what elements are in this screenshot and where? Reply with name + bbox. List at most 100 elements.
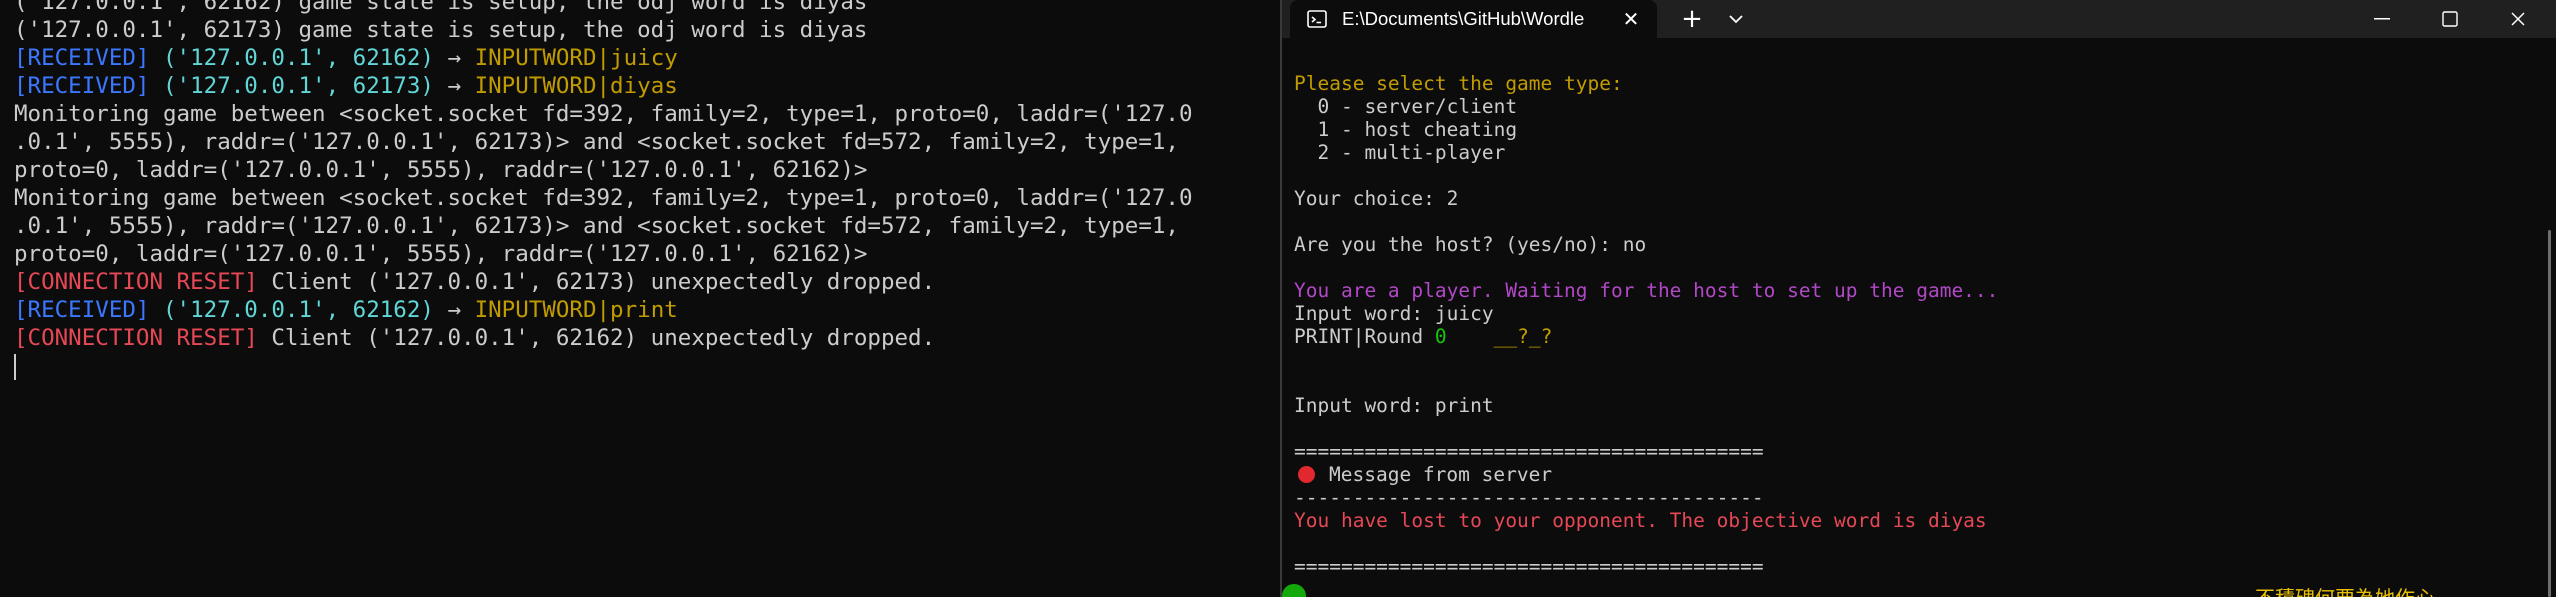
- server-log-line: proto=0, laddr=('127.0.0.1', 5555), radd…: [14, 240, 1254, 268]
- client-output-line: PRINT|Round 0 __?_?: [1294, 325, 2530, 348]
- server-log-text: INPUTWORD|diyas: [474, 73, 678, 99]
- server-log-text: Monitoring game between <socket.socket f…: [14, 101, 1193, 127]
- client-output-line: [1294, 348, 2530, 371]
- client-output-text: Are you the host? (yes/no): no: [1294, 233, 1647, 256]
- client-output-line: ========================================: [1294, 440, 2530, 463]
- server-log-line: [RECEIVED] ('127.0.0.1', 62173) → INPUTW…: [14, 72, 1254, 100]
- server-log-line: [CONNECTION RESET] Client ('127.0.0.1', …: [14, 324, 1254, 352]
- client-output-line: Input word: juicy: [1294, 302, 2530, 325]
- server-log-text: Monitoring game between <socket.socket f…: [14, 185, 1193, 211]
- server-log-text: Client ('127.0.0.1', 62173) unexpectedly…: [257, 269, 936, 295]
- desktop: ('127.0.0.1', 62162) game state is setup…: [0, 0, 2556, 597]
- client-output-text: Message from server: [1329, 463, 1553, 486]
- server-log-text: [149, 73, 163, 99]
- cursor-line: [14, 352, 1254, 380]
- client-output-line: [1294, 417, 2530, 440]
- server-log-line: Monitoring game between <socket.socket f…: [14, 100, 1254, 128]
- server-log-text: [149, 45, 163, 71]
- server-log-line: .0.1', 5555), raddr=('127.0.0.1', 62173)…: [14, 128, 1254, 156]
- server-log-text: →: [433, 297, 475, 323]
- window-close-icon[interactable]: [2482, 0, 2554, 38]
- client-output-line: [1294, 371, 2530, 394]
- client-terminal-window: E:\Documents\GitHub\Wordle ✕ + Please se…: [1282, 0, 2556, 597]
- client-output-text: ========================================: [1294, 440, 1764, 463]
- client-output-text: PRINT|Round: [1294, 325, 1435, 348]
- server-log-text: proto=0, laddr=('127.0.0.1', 5555), radd…: [14, 241, 868, 267]
- server-log-line: [CONNECTION RESET] Client ('127.0.0.1', …: [14, 268, 1254, 296]
- server-log-text: .0.1', 5555), raddr=('127.0.0.1', 62173)…: [14, 213, 1179, 239]
- server-log-output: ('127.0.0.1', 62162) game state is setup…: [14, 0, 1254, 380]
- scrollbar[interactable]: [2544, 38, 2556, 597]
- client-output-text: Please select the game type:: [1294, 72, 1623, 95]
- tab-dropdown-chevron-down-icon[interactable]: [1718, 4, 1754, 34]
- server-log-text: INPUTWORD|print: [474, 297, 678, 323]
- server-log-text: Client ('127.0.0.1', 62162) unexpectedly…: [257, 325, 936, 351]
- client-output-text: 1 - host cheating: [1294, 118, 1518, 141]
- server-log-text: [CONNECTION RESET]: [14, 269, 258, 295]
- scrollbar-thumb[interactable]: [2548, 230, 2551, 597]
- client-output-text: 0 - server/client: [1294, 95, 1518, 118]
- server-log-text: ('127.0.0.1', 62162): [163, 45, 434, 71]
- terminal-icon: [1306, 8, 1328, 30]
- server-log-line: Monitoring game between <socket.socket f…: [14, 184, 1254, 212]
- server-log-text: ('127.0.0.1', 62162) game state is setup…: [14, 0, 868, 15]
- minimize-icon[interactable]: [2346, 0, 2418, 38]
- client-output-line: You are a player. Waiting for the host t…: [1294, 279, 2530, 302]
- client-output-text: You are a player. Waiting for the host t…: [1294, 279, 1999, 302]
- client-output-line: Input word: print: [1294, 394, 2530, 417]
- client-output-text: You have lost to your opponent. The obje…: [1294, 509, 1987, 532]
- server-log-text: INPUTWORD|juicy: [474, 45, 678, 71]
- client-output-text: Your choice: 2: [1294, 187, 1459, 210]
- server-log-text: [CONNECTION RESET]: [14, 325, 258, 351]
- client-output-line: [1294, 164, 2530, 187]
- client-output-text: ----------------------------------------: [1294, 486, 1764, 509]
- server-log-text: →: [433, 45, 475, 71]
- server-log-line: [RECEIVED] ('127.0.0.1', 62162) → INPUTW…: [14, 44, 1254, 72]
- client-output-line: [1294, 532, 2530, 555]
- server-log-text: ('127.0.0.1', 62173): [163, 73, 434, 99]
- text-cursor: [14, 353, 16, 380]
- client-output-line: 1 - host cheating: [1294, 118, 2530, 141]
- client-output-line: Message from server: [1294, 463, 2530, 486]
- server-log-text: [149, 297, 163, 323]
- client-output-line: ========================================: [1294, 555, 2530, 578]
- terminal-tab[interactable]: E:\Documents\GitHub\Wordle ✕: [1290, 0, 1657, 38]
- server-log-text: ('127.0.0.1', 62162): [163, 297, 434, 323]
- client-output-line: ----------------------------------------: [1294, 486, 2530, 509]
- client-output-line: 2 - multi-player: [1294, 141, 2530, 164]
- client-output-text: [1447, 325, 1494, 348]
- client-output-text: __?_?: [1493, 325, 1553, 348]
- client-output-text: 0: [1434, 325, 1447, 348]
- server-log-line: .0.1', 5555), raddr=('127.0.0.1', 62173)…: [14, 212, 1254, 240]
- server-log-line: [RECEIVED] ('127.0.0.1', 62162) → INPUTW…: [14, 296, 1254, 324]
- client-output-line: Are you the host? (yes/no): no: [1294, 233, 2530, 256]
- server-log-line: ('127.0.0.1', 62162) game state is setup…: [14, 0, 1254, 16]
- tab-title: E:\Documents\GitHub\Wordle: [1342, 8, 1585, 29]
- client-output-text: Input word: print: [1294, 394, 1494, 417]
- ime-candidate-text: 不積碑何要為她作心: [2255, 582, 2435, 597]
- client-output-line: You have lost to your opponent. The obje…: [1294, 509, 2530, 532]
- client-output-text: ========================================: [1294, 555, 1764, 578]
- maximize-icon[interactable]: [2414, 0, 2486, 38]
- client-output-text: Input word: juicy: [1294, 302, 1494, 325]
- tab-close-icon[interactable]: ✕: [1619, 7, 1643, 31]
- client-terminal-output: Please select the game type: 0 - server/…: [1294, 72, 2530, 578]
- client-output-line: [1294, 256, 2530, 279]
- server-log-text: [RECEIVED]: [14, 297, 150, 323]
- red-circle-icon: [1298, 466, 1315, 483]
- server-log-text: ('127.0.0.1', 62173) game state is setup…: [14, 17, 868, 43]
- server-log-text: →: [433, 73, 475, 99]
- client-output-line: Please select the game type:: [1294, 72, 2530, 95]
- client-output-text: 2 - multi-player: [1294, 141, 1506, 164]
- server-log-text: [RECEIVED]: [14, 45, 150, 71]
- server-log-text: [RECEIVED]: [14, 73, 150, 99]
- server-log-text: .0.1', 5555), raddr=('127.0.0.1', 62173)…: [14, 129, 1179, 155]
- server-log-line: ('127.0.0.1', 62173) game state is setup…: [14, 16, 1254, 44]
- new-tab-button[interactable]: +: [1672, 4, 1712, 34]
- server-terminal-pane[interactable]: ('127.0.0.1', 62162) game state is setup…: [0, 0, 1280, 597]
- server-log-line: proto=0, laddr=('127.0.0.1', 5555), radd…: [14, 156, 1254, 184]
- client-output-line: 0 - server/client: [1294, 95, 2530, 118]
- server-log-text: proto=0, laddr=('127.0.0.1', 5555), radd…: [14, 157, 868, 183]
- client-output-line: Your choice: 2: [1294, 187, 2530, 210]
- title-bar[interactable]: E:\Documents\GitHub\Wordle ✕ +: [1282, 0, 2556, 38]
